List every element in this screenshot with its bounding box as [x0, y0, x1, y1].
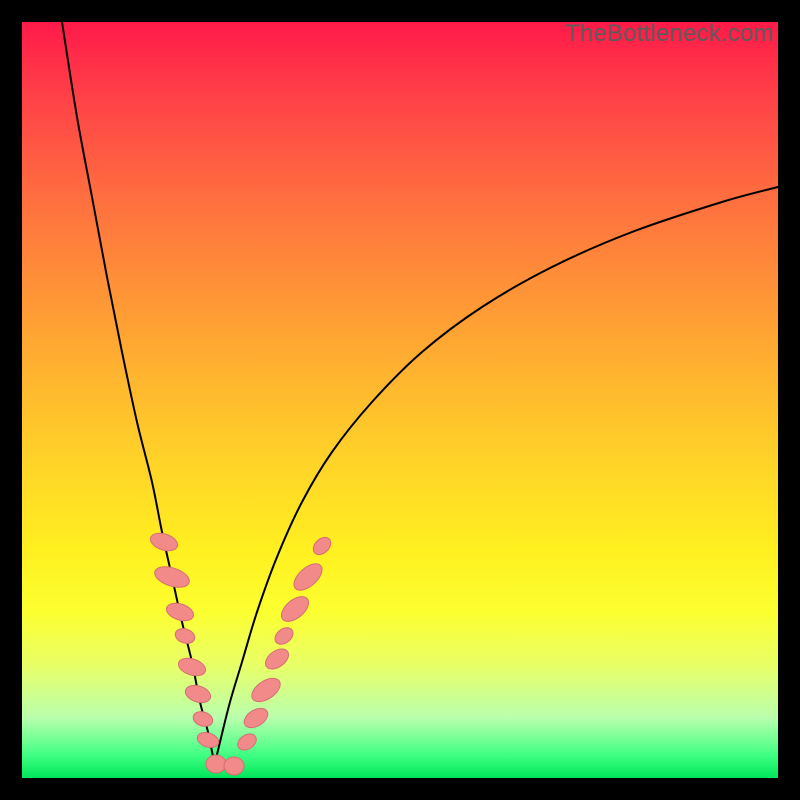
- bead-marker: [241, 704, 272, 731]
- bead-marker: [195, 730, 220, 750]
- bead-marker: [173, 626, 196, 645]
- bead-marker: [272, 624, 296, 647]
- bead-marker: [164, 600, 196, 624]
- chart-frame: TheBottleneck.com: [22, 22, 778, 778]
- bead-marker: [152, 563, 192, 591]
- bead-marker: [224, 757, 244, 775]
- bead-marker: [262, 645, 292, 673]
- bead-marker: [183, 682, 213, 705]
- bead-marker: [176, 655, 208, 679]
- left-branch-curve: [62, 22, 214, 762]
- bead-marker: [248, 674, 285, 707]
- bead-cluster: [148, 530, 334, 775]
- bead-marker: [235, 731, 259, 753]
- chart-svg: [22, 22, 778, 778]
- bead-marker: [206, 755, 226, 773]
- bead-marker: [148, 530, 180, 554]
- bead-marker: [277, 592, 313, 626]
- bead-marker: [191, 709, 214, 728]
- right-branch-curve: [214, 187, 778, 767]
- bead-marker: [310, 534, 334, 558]
- bead-marker: [289, 559, 326, 595]
